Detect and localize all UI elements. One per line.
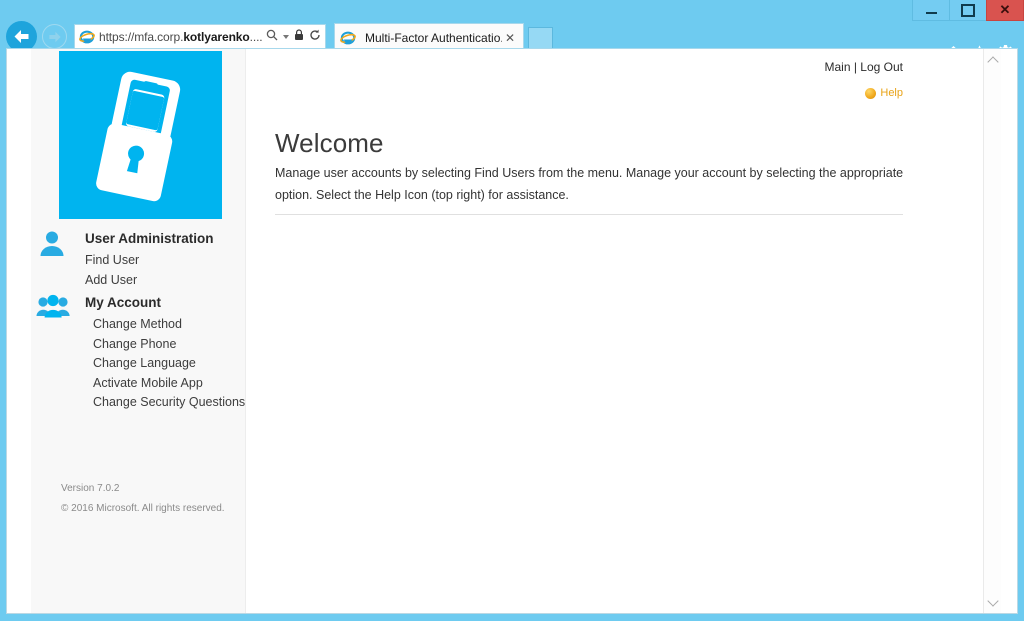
chevron-up-icon [986, 55, 999, 68]
internet-explorer-icon [79, 29, 95, 45]
content-horizontal-rule [275, 214, 903, 215]
sidebar-item-change-method[interactable]: Change Method [93, 315, 245, 335]
maximize-button[interactable] [949, 0, 987, 21]
top-nav-links[interactable]: Main | Log Out [825, 60, 904, 74]
url-text: https://mfa.corp.kotlyarenko.... [99, 30, 263, 44]
refresh-icon[interactable] [309, 28, 321, 46]
browser-window: ✕ https://mfa.corp.kotlyarenko.... Multi… [0, 0, 1024, 621]
copyright-text: © 2016 Microsoft. All rights reserved. [61, 503, 225, 514]
web-page: User Administration Find User Add User M… [7, 49, 1001, 613]
sidebar-item-change-security-questions[interactable]: Change Security Questions [93, 393, 245, 413]
sidebar-item-add-user[interactable]: Add User [85, 271, 139, 291]
sidebar-item-activate-mobile-app[interactable]: Activate Mobile App [93, 374, 245, 394]
minimize-button[interactable] [912, 0, 950, 21]
welcome-description: Manage user accounts by selecting Find U… [275, 165, 904, 202]
forward-button[interactable] [42, 24, 67, 49]
scroll-up-button[interactable] [984, 51, 1001, 69]
main-content: Main | Log Out Help Welcome Manage user … [245, 49, 1001, 613]
window-controls: ✕ [912, 0, 1024, 22]
url-host: kotlyarenko [183, 30, 250, 44]
url-prefix: https://mfa.corp. [99, 30, 184, 44]
lock-icon [294, 28, 304, 46]
nav-sublist-my-account: Change Method Change Phone Change Langua… [93, 315, 245, 413]
forward-arrow-icon [48, 31, 61, 42]
sidebar-item-change-language[interactable]: Change Language [93, 354, 245, 374]
single-user-icon [36, 229, 70, 259]
vertical-scrollbar[interactable] [983, 49, 1001, 613]
user-group-icon [36, 293, 70, 323]
chevron-down-icon[interactable] [283, 35, 289, 39]
minimize-icon [925, 11, 937, 14]
version-text: Version 7.0.2 [61, 483, 120, 494]
page-viewport: User Administration Find User Add User M… [6, 48, 1018, 614]
tab-close-icon[interactable]: ✕ [502, 32, 518, 44]
search-icon[interactable] [266, 28, 278, 46]
url-suffix: .... [249, 30, 263, 44]
nav-heading-my-account: My Account [85, 295, 162, 310]
tab-favicon-internet-explorer-icon [340, 30, 356, 46]
sidebar: User Administration Find User Add User M… [31, 49, 245, 613]
help-circle-icon [865, 87, 877, 99]
window-bottom-frame [0, 614, 1024, 621]
maximize-icon [961, 3, 975, 17]
address-bar[interactable]: https://mfa.corp.kotlyarenko.... [74, 24, 326, 50]
sidebar-item-change-phone[interactable]: Change Phone [93, 335, 245, 355]
nav-heading-user-administration: User Administration [85, 231, 214, 246]
page-title: Welcome [275, 128, 384, 159]
help-label: Help [880, 87, 903, 99]
help-link[interactable]: Help [865, 87, 903, 99]
content-divider [245, 49, 246, 613]
close-window-button[interactable]: ✕ [986, 0, 1024, 21]
chevron-down-icon [986, 594, 999, 607]
phone-lock-logo [59, 51, 222, 219]
tab-title: Multi-Factor Authenticatio... [365, 31, 502, 45]
nav-sublist-user-administration: Find User Add User [85, 251, 139, 290]
address-bar-icons [263, 28, 321, 46]
scroll-down-button[interactable] [984, 593, 1001, 611]
back-arrow-icon [14, 30, 29, 43]
sidebar-item-find-user[interactable]: Find User [85, 251, 139, 271]
close-icon: ✕ [999, 2, 1011, 17]
